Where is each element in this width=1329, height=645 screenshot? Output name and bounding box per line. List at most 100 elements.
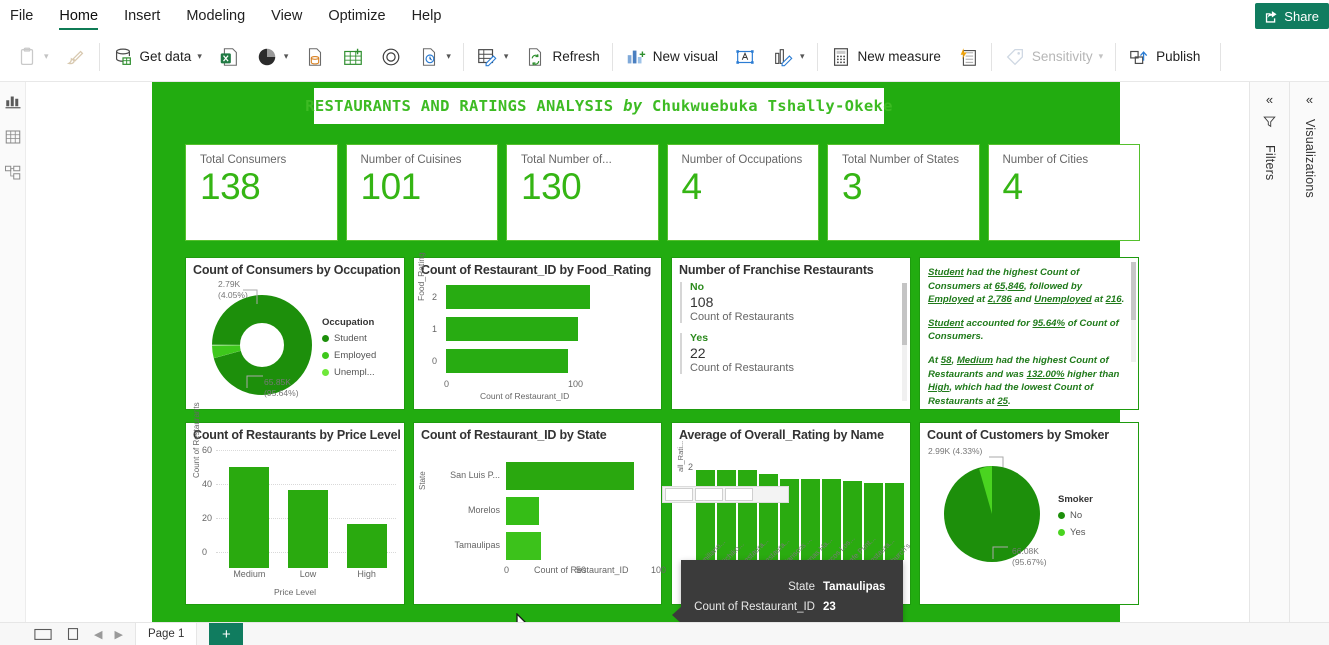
visual-restaurants-by-price-level[interactable]: Count of Restaurants by Price Level Coun…	[185, 402, 405, 605]
recent-sources-button[interactable]: ▾	[410, 34, 459, 80]
bar[interactable]	[446, 349, 568, 373]
quick-measure-button[interactable]	[949, 34, 987, 80]
bar[interactable]	[506, 497, 539, 525]
new-measure-button[interactable]: New measure	[822, 34, 949, 80]
format-painter-button[interactable]	[57, 34, 95, 80]
menu-item-insert[interactable]: Insert	[124, 0, 160, 32]
visual-restaurant-id-by-food-rating[interactable]: Count of Restaurant_ID by Food_Rating Fo…	[413, 252, 662, 410]
page-view-actual-icon[interactable]	[64, 627, 82, 641]
text-box-icon	[736, 49, 754, 64]
new-visual-button[interactable]: New visual	[617, 34, 726, 80]
add-page-button[interactable]: +	[209, 622, 244, 645]
bar-highlighted[interactable]	[506, 532, 541, 560]
menu-item-home[interactable]: Home	[59, 0, 98, 32]
kpi-card-number-of-cities[interactable]: Number of Cities 4	[987, 144, 1140, 241]
enter-data-button[interactable]	[334, 34, 372, 80]
more-visuals-button[interactable]: ▾	[764, 34, 813, 80]
kpi-card-total-consumers[interactable]: Total Consumers 138	[185, 144, 338, 241]
visual-smart-narrative-insights[interactable]: Student had the highest Count of Consume…	[919, 257, 1139, 410]
text-box-button[interactable]	[726, 34, 764, 80]
legend-item[interactable]: Unempl...	[322, 367, 398, 378]
focus-mode-icon[interactable]	[665, 488, 693, 501]
card-value: 108	[690, 294, 714, 310]
scrollbar-thumb[interactable]	[1131, 262, 1136, 320]
transform-data-button[interactable]: ▾	[468, 34, 517, 80]
menu-item-optimize[interactable]: Optimize	[328, 0, 385, 32]
bar-row[interactable]: San Luis P...	[444, 458, 656, 493]
paste-button[interactable]: ▾	[8, 34, 57, 80]
menu-item-modeling[interactable]: Modeling	[186, 0, 245, 32]
publish-label: Publish	[1156, 49, 1201, 64]
bar[interactable]	[446, 317, 578, 341]
horizontal-bar-chart: Food_Rating 2 1 0 0 100 Count of Restaur…	[416, 252, 642, 401]
y-tick-label: Morelos	[467, 505, 500, 515]
bar-row[interactable]: 1	[432, 315, 642, 343]
get-data-button[interactable]: Get data ▾	[104, 34, 210, 80]
card-row-no[interactable]: No 108 Count of Restaurants	[680, 281, 910, 323]
report-view-icon[interactable]	[4, 92, 22, 110]
kpi-card-number-of-occupations[interactable]: Number of Occupations 4	[666, 144, 819, 241]
visual-number-of-franchise-restaurants[interactable]: Number of Franchise Restaurants No 108 C…	[671, 257, 911, 410]
bar-row[interactable]: Tamaulipas	[444, 528, 656, 563]
bar[interactable]	[346, 524, 387, 568]
scrollbar-track[interactable]	[1131, 262, 1136, 362]
refresh-button[interactable]: Refresh	[516, 34, 607, 80]
filters-pane-collapsed[interactable]: « Filters	[1249, 82, 1289, 622]
menu-item-file[interactable]: File	[10, 0, 33, 32]
bar-row[interactable]: Morelos	[444, 493, 656, 528]
legend-label: Unempl...	[334, 367, 375, 378]
legend-title: Smoker	[1058, 494, 1093, 505]
collapse-chevron-icon[interactable]: «	[1300, 92, 1320, 107]
kpi-value: 3	[842, 166, 863, 207]
paintbrush-icon	[66, 50, 83, 64]
data-view-icon[interactable]	[4, 128, 22, 146]
kpi-card-total-number-of[interactable]: Total Number of... 130	[506, 144, 659, 241]
menu-item-view[interactable]: View	[271, 0, 302, 32]
kpi-card-total-number-of-states[interactable]: Total Number of States 3	[827, 144, 980, 241]
table-view-icon[interactable]	[695, 488, 723, 501]
share-button[interactable]: Share	[1255, 3, 1329, 29]
legend-title: Occupation	[322, 317, 375, 328]
visual-customers-by-smoker[interactable]: Count of Customers by Smoker 2.99K (4.33…	[919, 422, 1139, 605]
scrollbar-thumb[interactable]	[902, 283, 907, 345]
publish-button[interactable]: Publish	[1120, 34, 1208, 80]
visualizations-pane-collapsed[interactable]: « Visualizations	[1289, 82, 1329, 622]
bar[interactable]	[287, 490, 328, 568]
pie-chart: 2.99K (4.33%) 66.08K (95.67%) Smoker No …	[920, 442, 1138, 600]
power-bi-datasets-button[interactable]: ▾	[248, 34, 297, 80]
pie-dataset-icon	[258, 48, 276, 65]
dataverse-button[interactable]	[296, 34, 334, 80]
visual-consumers-by-occupation[interactable]: Count of Consumers by Occupation 2.79K (…	[185, 257, 405, 410]
more-visuals-caret-icon: ▾	[800, 51, 805, 61]
menu-item-help[interactable]: Help	[412, 0, 442, 32]
bar-row[interactable]: 2	[432, 283, 642, 311]
bar-row[interactable]: 0	[432, 347, 642, 375]
bar[interactable]	[229, 467, 270, 568]
bar[interactable]	[506, 462, 634, 490]
dataflows-button[interactable]	[372, 34, 410, 80]
legend-item[interactable]: Employed	[322, 350, 398, 361]
legend-swatch-icon	[1058, 512, 1065, 519]
more-options-icon[interactable]	[725, 488, 753, 501]
legend-item[interactable]: No	[1058, 510, 1134, 521]
previous-page-arrow-icon[interactable]: ◀	[94, 628, 102, 641]
visual-header-toolbar[interactable]	[662, 486, 789, 503]
sensitivity-caret-icon: ▾	[1098, 51, 1104, 61]
page-tab-page-1[interactable]: Page 1	[134, 622, 198, 645]
card-measure-label: Count of Restaurants	[690, 362, 794, 374]
next-page-arrow-icon[interactable]: ▶	[114, 628, 122, 641]
legend-item[interactable]: Student	[322, 333, 398, 344]
collapse-chevron-icon[interactable]: «	[1260, 92, 1280, 107]
scrollbar-track[interactable]	[902, 283, 907, 401]
kpi-card-number-of-cuisines[interactable]: Number of Cuisines 101	[345, 144, 498, 241]
report-page-canvas[interactable]: RESTAURANTS AND RATINGS ANALYSIS by Chuk…	[152, 82, 1140, 622]
report-title-banner[interactable]: RESTAURANTS AND RATINGS ANALYSIS by Chuk…	[305, 87, 892, 125]
card-row-yes[interactable]: Yes 22 Count of Restaurants	[680, 332, 910, 374]
page-view-fit-icon[interactable]	[34, 627, 52, 641]
visual-restaurant-id-by-state[interactable]: Count of Restaurant_ID by State State Sa…	[413, 422, 666, 605]
bar[interactable]	[446, 285, 590, 309]
excel-workbook-button[interactable]	[210, 34, 248, 80]
sensitivity-button[interactable]: Sensitivity ▾	[996, 34, 1111, 80]
legend-item[interactable]: Yes	[1058, 527, 1134, 538]
model-view-icon[interactable]	[4, 164, 22, 182]
